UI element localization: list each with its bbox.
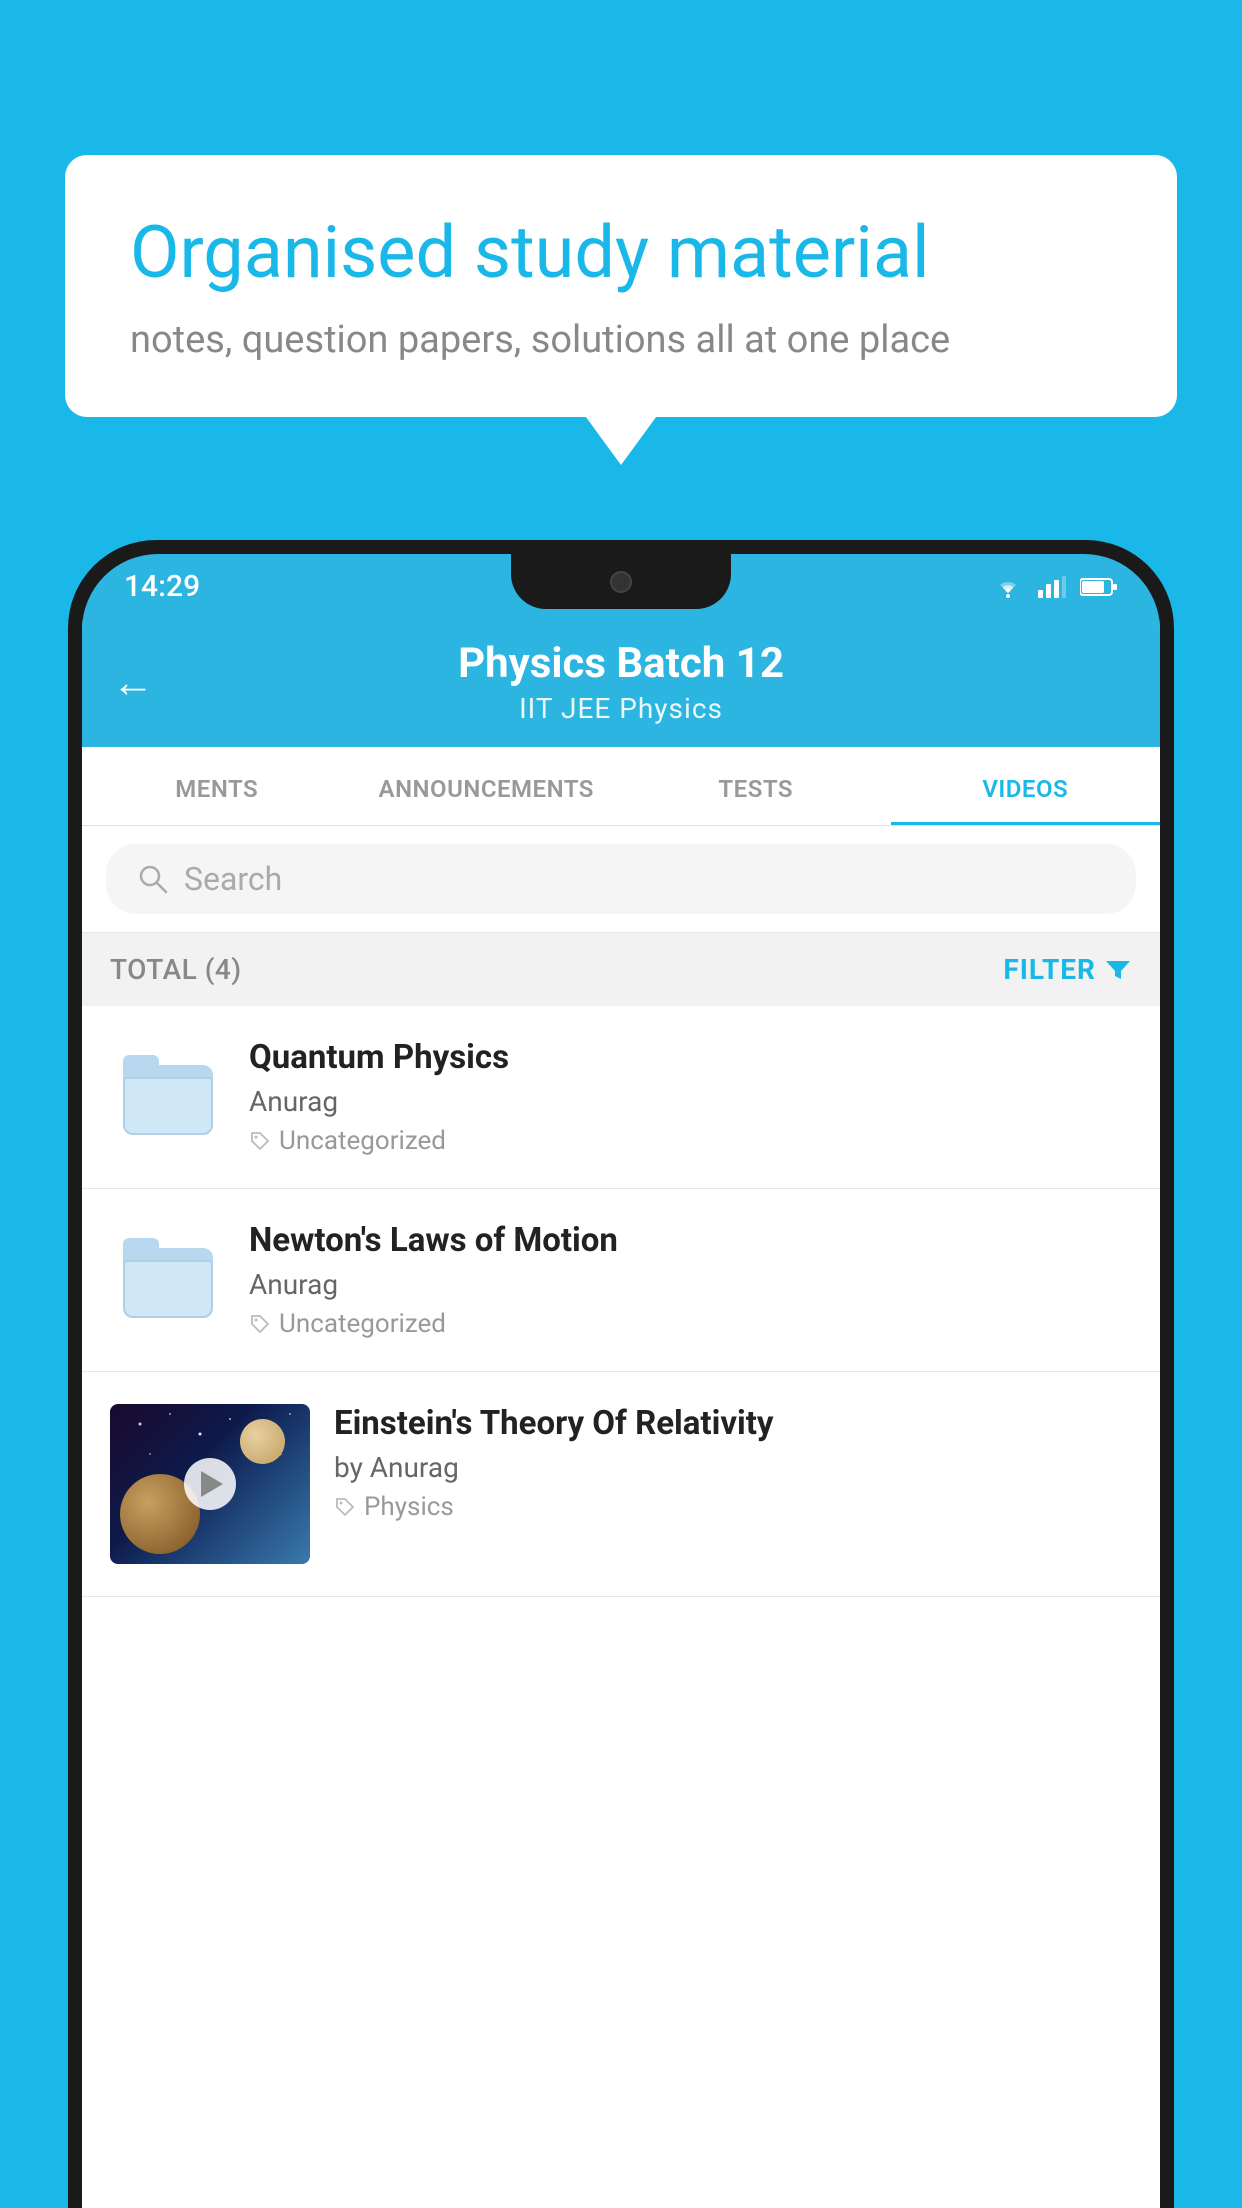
- screen-content: ← Physics Batch 12 IIT JEE Physics MENTS…: [82, 619, 1160, 2208]
- list-item[interactable]: Einstein's Theory Of Relativity by Anura…: [82, 1372, 1160, 1597]
- video-info: Einstein's Theory Of Relativity by Anura…: [334, 1404, 1132, 1522]
- folder-thumbnail: [110, 1235, 225, 1325]
- video-author: by Anurag: [334, 1451, 1132, 1484]
- search-bar: Search: [82, 826, 1160, 933]
- video-list: Quantum Physics Anurag Uncategorized: [82, 1006, 1160, 1597]
- video-info: Quantum Physics Anurag Uncategorized: [249, 1038, 1132, 1156]
- back-button[interactable]: ←: [112, 659, 154, 708]
- speech-bubble-container: Organised study material notes, question…: [65, 155, 1177, 417]
- tag-text: Uncategorized: [279, 1309, 446, 1339]
- filter-bar: TOTAL (4) FILTER: [82, 933, 1160, 1006]
- search-icon: [136, 862, 170, 896]
- list-item[interactable]: Newton's Laws of Motion Anurag Uncategor…: [82, 1189, 1160, 1372]
- folder-icon: [123, 1053, 213, 1141]
- search-placeholder: Search: [184, 860, 282, 898]
- tag-text: Physics: [364, 1492, 454, 1522]
- list-item[interactable]: Quantum Physics Anurag Uncategorized: [82, 1006, 1160, 1189]
- folder-thumbnail: [110, 1052, 225, 1142]
- status-icons: [992, 575, 1118, 599]
- header-subtitle: IIT JEE Physics: [519, 692, 723, 725]
- video-thumbnail: [110, 1404, 310, 1564]
- tag-icon: [249, 1313, 271, 1335]
- wifi-icon: [992, 575, 1024, 599]
- tag-text: Uncategorized: [279, 1126, 446, 1156]
- status-time: 14:29: [124, 569, 200, 604]
- video-tag: Uncategorized: [249, 1126, 1132, 1156]
- tag-icon: [334, 1496, 356, 1518]
- tab-announcements[interactable]: ANNOUNCEMENTS: [352, 747, 622, 825]
- search-input-wrapper[interactable]: Search: [106, 844, 1136, 914]
- signal-icon: [1038, 576, 1066, 598]
- folder-icon: [123, 1236, 213, 1324]
- notch: [511, 554, 731, 609]
- video-tag: Physics: [334, 1492, 1132, 1522]
- camera: [610, 571, 632, 593]
- video-title: Einstein's Theory Of Relativity: [334, 1404, 1132, 1443]
- battery-icon: [1080, 577, 1118, 597]
- video-author: Anurag: [249, 1268, 1132, 1301]
- filter-label: FILTER: [1003, 953, 1096, 986]
- video-info: Newton's Laws of Motion Anurag Uncategor…: [249, 1221, 1132, 1339]
- app-header: ← Physics Batch 12 IIT JEE Physics: [82, 619, 1160, 747]
- bubble-subtitle: notes, question papers, solutions all at…: [130, 318, 1112, 362]
- phone-frame: 14:29: [68, 540, 1174, 2208]
- tag-icon: [249, 1130, 271, 1152]
- filter-icon: [1104, 957, 1132, 983]
- speech-bubble: Organised study material notes, question…: [65, 155, 1177, 417]
- video-title: Newton's Laws of Motion: [249, 1221, 1132, 1260]
- header-title: Physics Batch 12: [458, 639, 784, 688]
- filter-button[interactable]: FILTER: [1003, 953, 1132, 986]
- tab-tests[interactable]: TESTS: [621, 747, 891, 825]
- video-tag: Uncategorized: [249, 1309, 1132, 1339]
- video-author: Anurag: [249, 1085, 1132, 1118]
- video-title: Quantum Physics: [249, 1038, 1132, 1077]
- bubble-title: Organised study material: [130, 210, 1112, 296]
- total-count: TOTAL (4): [110, 953, 242, 986]
- planet2-decoration: [240, 1419, 285, 1464]
- play-button[interactable]: [184, 1458, 236, 1510]
- phone-inner: 14:29: [82, 554, 1160, 2208]
- play-triangle-icon: [201, 1471, 223, 1497]
- tab-bar: MENTS ANNOUNCEMENTS TESTS VIDEOS: [82, 747, 1160, 826]
- tab-videos[interactable]: VIDEOS: [891, 747, 1161, 825]
- tab-ments[interactable]: MENTS: [82, 747, 352, 825]
